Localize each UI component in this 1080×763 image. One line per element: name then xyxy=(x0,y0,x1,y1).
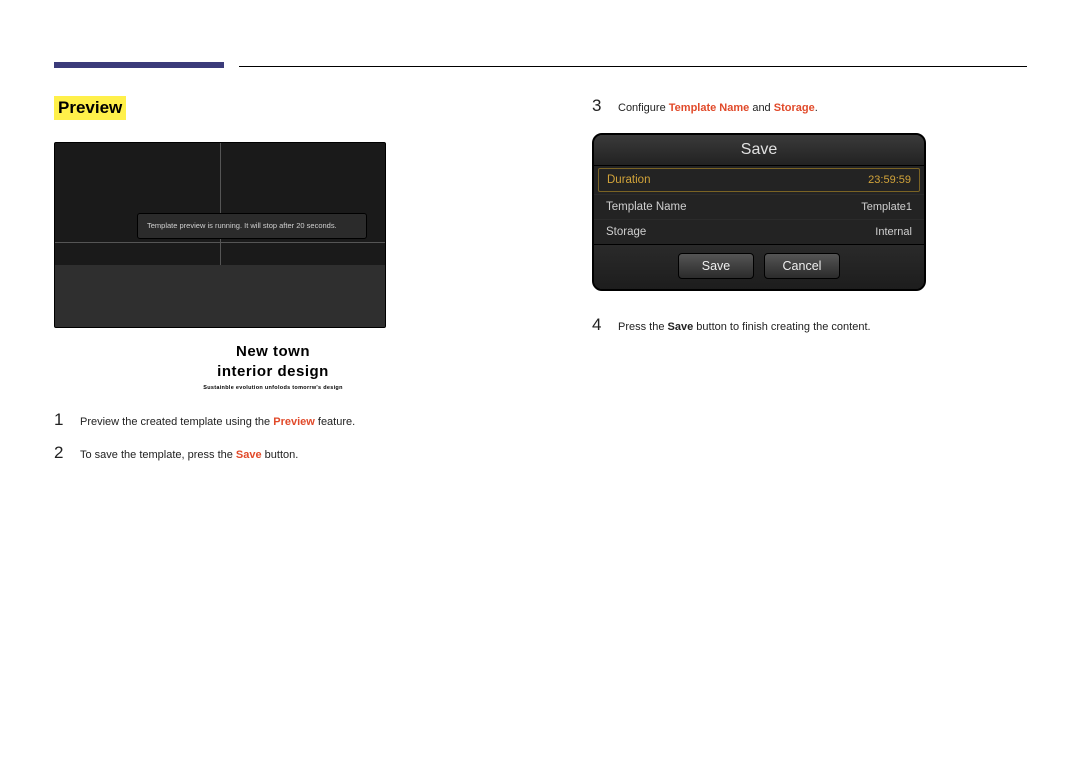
row-label: Storage xyxy=(606,226,646,238)
row-value: Internal xyxy=(875,226,912,238)
row-value: 23:59:59 xyxy=(868,174,911,186)
row-label: Duration xyxy=(607,174,650,186)
preview-screenshot: Template preview is running. It will sto… xyxy=(54,142,386,328)
step-number: 1 xyxy=(54,410,68,430)
step-1: 1 Preview the created template using the … xyxy=(54,410,492,431)
right-column: 3 Configure Template Name and Storage. Sa… xyxy=(592,96,1030,475)
row-label: Template Name xyxy=(606,201,687,213)
dialog-row-template-name[interactable]: Template Name Template1 xyxy=(594,194,924,219)
step-3: 3 Configure Template Name and Storage. xyxy=(592,96,1030,117)
save-dialog: Save Duration23:59:59Template NameTempla… xyxy=(592,133,926,291)
step-text: Preview the created template using the P… xyxy=(80,414,355,431)
step-2: 2 To save the template, press the Save bu… xyxy=(54,443,492,464)
cancel-button[interactable]: Cancel xyxy=(764,253,840,279)
caption-sub: Sustainble evolution unfolods tomorrw's … xyxy=(54,385,492,392)
step-number: 4 xyxy=(592,315,606,335)
step-4: 4 Press the Save button to finish creatin… xyxy=(592,315,1030,336)
step-number: 3 xyxy=(592,96,606,116)
preview-caption: New town interior design Sustainble evol… xyxy=(54,342,492,392)
step-text: Press the Save button to finish creating… xyxy=(618,319,871,336)
caption-line2: interior design xyxy=(54,362,492,382)
preview-popup-text: Template preview is running. It will sto… xyxy=(137,213,367,239)
caption-line1: New town xyxy=(54,342,492,362)
dialog-row-storage[interactable]: Storage Internal xyxy=(594,219,924,244)
dialog-title: Save xyxy=(594,135,924,166)
save-button[interactable]: Save xyxy=(678,253,754,279)
dialog-row-duration[interactable]: Duration 23:59:59 xyxy=(598,168,920,192)
row-value: Template1 xyxy=(861,201,912,213)
header-rule xyxy=(54,60,1030,70)
left-column: Preview Template preview is running. It … xyxy=(54,96,492,475)
step-text: To save the template, press the Save but… xyxy=(80,447,298,464)
section-title: Preview xyxy=(54,96,126,120)
step-number: 2 xyxy=(54,443,68,463)
step-text: Configure Template Name and Storage. xyxy=(618,100,818,117)
